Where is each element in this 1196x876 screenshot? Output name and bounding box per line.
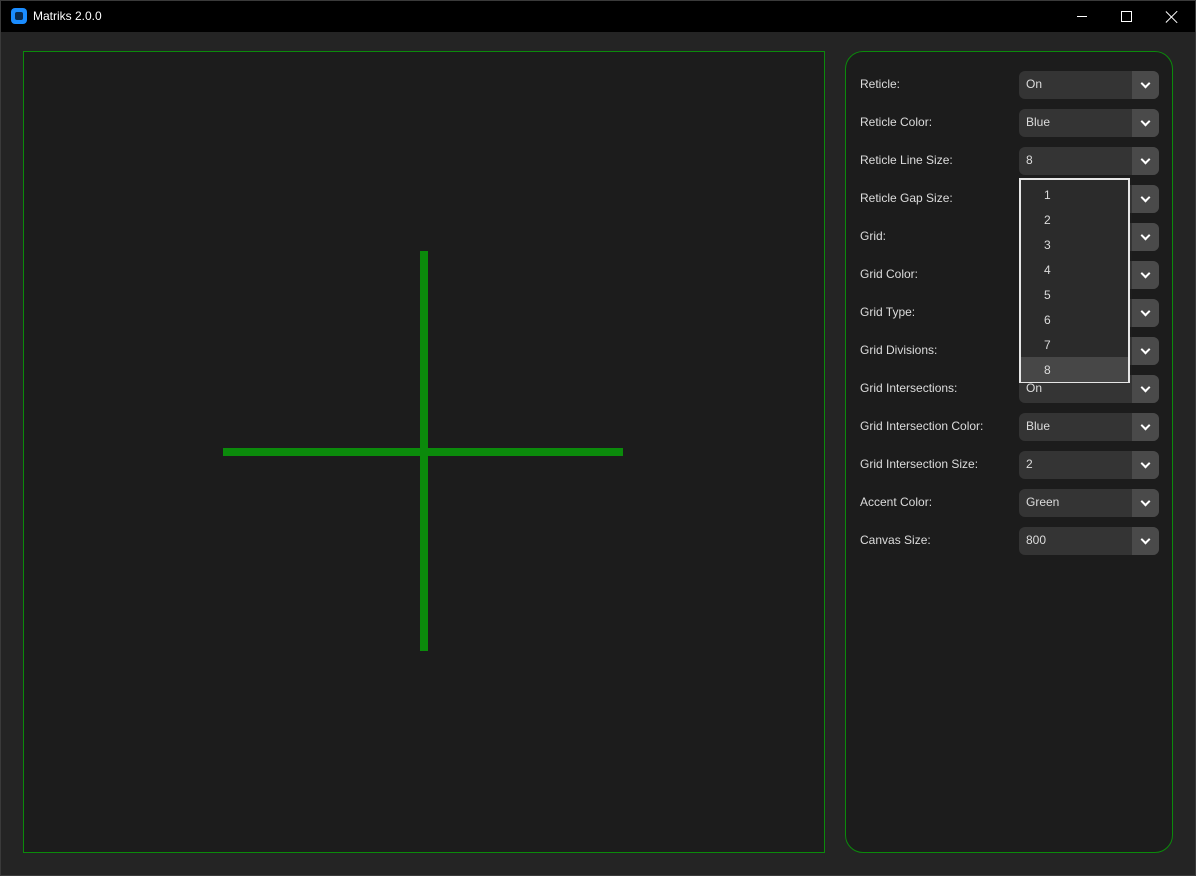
setting-row-grid-intersection-size: Grid Intersection Size: 2 bbox=[860, 451, 1160, 479]
window-title: Matriks 2.0.0 bbox=[33, 9, 102, 23]
grid-intersection-color-select[interactable]: Blue bbox=[1019, 413, 1159, 441]
chevron-down-icon bbox=[1140, 420, 1151, 431]
option-label: 6 bbox=[1044, 313, 1051, 327]
select-value: 800 bbox=[1026, 533, 1047, 547]
dropdown-button[interactable] bbox=[1132, 109, 1159, 137]
chevron-down-icon bbox=[1140, 306, 1151, 317]
dropdown-option[interactable]: 2 bbox=[1021, 207, 1128, 232]
select-value: Green bbox=[1026, 495, 1060, 509]
dropdown-button[interactable] bbox=[1132, 261, 1159, 289]
select-value: On bbox=[1026, 77, 1043, 91]
dropdown-option[interactable]: 4 bbox=[1021, 257, 1128, 282]
dropdown-option[interactable]: 7 bbox=[1021, 332, 1128, 357]
setting-label: Grid Divisions: bbox=[860, 343, 938, 357]
chevron-down-icon bbox=[1140, 534, 1151, 545]
setting-label: Grid Intersections: bbox=[860, 381, 958, 395]
dropdown-button[interactable] bbox=[1132, 71, 1159, 99]
chevron-down-icon bbox=[1140, 192, 1151, 203]
reticle-line-size-dropdown-list: 1 2 3 4 5 6 7 8 bbox=[1019, 178, 1130, 383]
dropdown-option[interactable]: 3 bbox=[1021, 232, 1128, 257]
setting-label: Reticle Line Size: bbox=[860, 153, 953, 167]
option-label: 1 bbox=[1044, 188, 1051, 202]
dropdown-option-selected[interactable]: 8 bbox=[1021, 357, 1128, 382]
reticle-color-select[interactable]: Blue bbox=[1019, 109, 1159, 137]
select-value: Blue bbox=[1026, 115, 1051, 129]
chevron-down-icon bbox=[1140, 154, 1151, 165]
setting-label: Accent Color: bbox=[860, 495, 933, 509]
reticle-canvas bbox=[23, 51, 825, 853]
chevron-down-icon bbox=[1140, 78, 1151, 89]
setting-label: Reticle Color: bbox=[860, 115, 933, 129]
dropdown-button[interactable] bbox=[1132, 185, 1159, 213]
close-button[interactable] bbox=[1149, 1, 1195, 32]
dropdown-button[interactable] bbox=[1132, 223, 1159, 251]
settings-panel: Reticle: On Reticle Color: Blue Reticle … bbox=[845, 51, 1173, 853]
setting-label: Canvas Size: bbox=[860, 533, 931, 547]
setting-row-reticle: Reticle: On bbox=[860, 71, 1160, 99]
reticle-select[interactable]: On bbox=[1019, 71, 1159, 99]
setting-row-grid-intersection-color: Grid Intersection Color: Blue bbox=[860, 413, 1160, 441]
grid-intersection-size-select[interactable]: 2 bbox=[1019, 451, 1159, 479]
canvas-size-select[interactable]: 800 bbox=[1019, 527, 1159, 555]
dropdown-option[interactable]: 1 bbox=[1021, 182, 1128, 207]
dropdown-button[interactable] bbox=[1132, 299, 1159, 327]
dropdown-option[interactable]: 5 bbox=[1021, 282, 1128, 307]
setting-row-accent-color: Accent Color: Green bbox=[860, 489, 1160, 517]
select-value: 2 bbox=[1026, 457, 1033, 471]
dropdown-button[interactable] bbox=[1132, 527, 1159, 555]
maximize-icon bbox=[1120, 11, 1132, 22]
setting-label: Reticle Gap Size: bbox=[860, 191, 953, 205]
option-label: 8 bbox=[1044, 363, 1051, 377]
minimize-button[interactable] bbox=[1059, 1, 1105, 32]
setting-label: Grid: bbox=[860, 229, 887, 243]
chevron-down-icon bbox=[1140, 344, 1151, 355]
reticle-horizontal-line bbox=[223, 448, 623, 456]
dropdown-button[interactable] bbox=[1132, 413, 1159, 441]
dropdown-button[interactable] bbox=[1132, 147, 1159, 175]
chevron-down-icon bbox=[1140, 230, 1151, 241]
setting-row-reticle-color: Reticle Color: Blue bbox=[860, 109, 1160, 137]
dropdown-button[interactable] bbox=[1132, 451, 1159, 479]
setting-label: Reticle: bbox=[860, 77, 901, 91]
setting-row-reticle-line-size: Reticle Line Size: 8 bbox=[860, 147, 1160, 175]
select-value: Blue bbox=[1026, 419, 1051, 433]
select-value: On bbox=[1026, 381, 1043, 395]
reticle-line-size-select[interactable]: 8 bbox=[1019, 147, 1159, 175]
title-bar: Matriks 2.0.0 bbox=[1, 1, 1195, 32]
dropdown-button[interactable] bbox=[1132, 337, 1159, 365]
maximize-button[interactable] bbox=[1103, 1, 1149, 32]
select-value: 8 bbox=[1026, 153, 1033, 167]
setting-label: Grid Color: bbox=[860, 267, 919, 281]
accent-color-select[interactable]: Green bbox=[1019, 489, 1159, 517]
close-icon bbox=[1166, 11, 1178, 23]
minimize-icon bbox=[1077, 16, 1087, 17]
chevron-down-icon bbox=[1140, 382, 1151, 393]
chevron-down-icon bbox=[1140, 458, 1151, 469]
dropdown-option[interactable]: 6 bbox=[1021, 307, 1128, 332]
option-label: 3 bbox=[1044, 238, 1051, 252]
setting-row-canvas-size: Canvas Size: 800 bbox=[860, 527, 1160, 555]
option-label: 2 bbox=[1044, 213, 1051, 227]
chevron-down-icon bbox=[1140, 268, 1151, 279]
dropdown-button[interactable] bbox=[1132, 375, 1159, 403]
setting-label: Grid Intersection Size: bbox=[860, 457, 979, 471]
option-label: 4 bbox=[1044, 263, 1051, 277]
setting-label: Grid Intersection Color: bbox=[860, 419, 984, 433]
app-icon bbox=[11, 8, 27, 24]
dropdown-button[interactable] bbox=[1132, 489, 1159, 517]
option-label: 5 bbox=[1044, 288, 1051, 302]
setting-label: Grid Type: bbox=[860, 305, 916, 319]
option-label: 7 bbox=[1044, 338, 1051, 352]
chevron-down-icon bbox=[1140, 496, 1151, 507]
chevron-down-icon bbox=[1140, 116, 1151, 127]
